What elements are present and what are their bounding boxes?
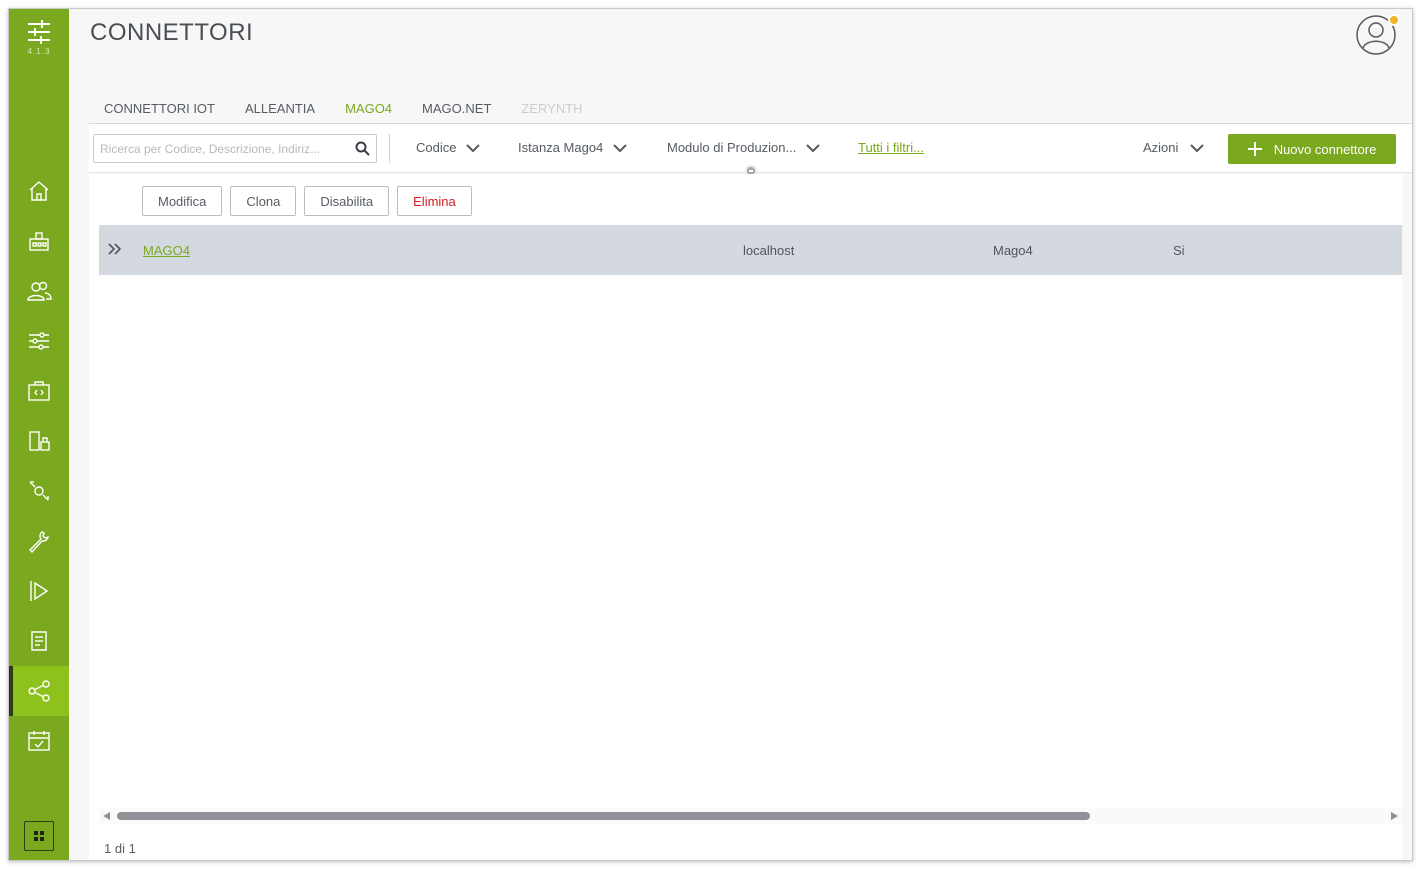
modify-button[interactable]: Modifica — [142, 186, 223, 216]
filter-istanza-label: Istanza Mago4 — [518, 140, 604, 155]
connector-enabled: Si — [1173, 242, 1185, 258]
table-row[interactable]: MAGO4 localhost Mago4 Si — [99, 225, 1402, 275]
tab-connettori-iot[interactable]: CONNETTORI IOT — [89, 97, 230, 125]
calendar-check-icon — [28, 731, 50, 751]
scroll-right-arrow-icon[interactable] — [1391, 812, 1398, 820]
disable-button[interactable]: Disabilita — [304, 186, 390, 216]
actions-dropdown[interactable]: Azioni — [1143, 140, 1205, 155]
devices-icon — [29, 431, 50, 451]
chevron-down-icon — [466, 143, 481, 152]
home-icon — [29, 181, 49, 201]
content-panel: Modifica Clona Disabilita Elimina MAGO4 … — [89, 174, 1402, 860]
app-logo[interactable]: 4.1.3 — [9, 15, 69, 71]
clone-button[interactable]: Clona — [230, 186, 297, 216]
tab-mago4[interactable]: MAGO4 — [330, 97, 408, 125]
chevron-down-icon — [613, 143, 627, 152]
chevron-down-icon — [806, 143, 821, 152]
wrench-icon — [29, 531, 49, 553]
nav-devices[interactable] — [9, 416, 69, 466]
nav-reports[interactable] — [9, 616, 69, 666]
scroll-left-arrow-icon[interactable] — [103, 812, 110, 820]
filter-codice[interactable]: Codice — [416, 140, 481, 155]
workflow-icon — [29, 481, 49, 501]
search-input[interactable] — [100, 135, 350, 162]
user-avatar[interactable] — [1356, 14, 1400, 55]
tab-zerynth: ZERYNTH — [521, 101, 583, 116]
nav-settings[interactable] — [9, 316, 69, 366]
horizontal-scrollbar[interactable] — [99, 808, 1402, 824]
nav-processes[interactable] — [9, 466, 69, 516]
document-icon — [31, 631, 47, 651]
chevron-down-icon — [1190, 143, 1205, 152]
grid-icon — [34, 831, 44, 841]
main-area: CONNETTORI CONNETTORI IOT ALLEANTIA MAGO… — [69, 9, 1412, 860]
tab-alleantia[interactable]: ALLEANTIA — [230, 97, 330, 125]
connector-name-link[interactable]: MAGO4 — [143, 243, 190, 258]
connector-instance: Mago4 — [993, 242, 1033, 258]
sidebar: 4.1.3 — [9, 9, 69, 860]
nav-development[interactable] — [9, 366, 69, 416]
row-actions: Modifica Clona Disabilita Elimina — [142, 186, 480, 216]
sliders-icon — [29, 332, 49, 350]
page-title: CONNETTORI — [90, 19, 254, 46]
actions-label: Azioni — [1143, 140, 1179, 155]
notification-badge — [1388, 14, 1400, 26]
users-icon — [27, 281, 52, 301]
filter-modulo-label: Modulo di Produzion... — [667, 140, 797, 155]
nav-maintenance[interactable] — [9, 516, 69, 566]
nav-production[interactable] — [9, 566, 69, 616]
all-filters-link[interactable]: Tutti i filtri... — [858, 140, 924, 155]
toolbar-separator — [389, 134, 390, 163]
nav-home[interactable] — [9, 166, 69, 216]
app-window: 4.1.3 CONNETTORI CONNETTORI IOT ALLEANTI… — [8, 8, 1413, 861]
filter-codice-label: Codice — [416, 140, 457, 155]
app-version: 4.1.3 — [27, 47, 51, 56]
filter-istanza-mago4[interactable]: Istanza Mago4 — [518, 140, 627, 155]
share-icon — [28, 680, 50, 702]
pagination-info: 1 di 1 — [104, 841, 136, 856]
tab-bar: CONNETTORI IOT ALLEANTIA MAGO4 MAGO.NET … — [89, 97, 598, 125]
new-connector-button[interactable]: Nuovo connettore — [1228, 134, 1396, 164]
tab-mago-net[interactable]: MAGO.NET — [407, 97, 506, 125]
connector-host: localhost — [743, 242, 795, 258]
toolbar: Codice Istanza Mago4 Modulo di Produzion… — [89, 124, 1412, 177]
code-briefcase-icon — [28, 381, 50, 401]
nav-plants[interactable] — [9, 216, 69, 266]
play-flag-icon — [30, 581, 49, 601]
nav-users[interactable] — [9, 266, 69, 316]
search-box — [93, 134, 377, 163]
delete-button[interactable]: Elimina — [397, 186, 472, 216]
new-connector-label: Nuovo connettore — [1273, 141, 1377, 157]
settings-logo-icon — [28, 20, 50, 44]
factory-icon — [29, 232, 49, 251]
scroll-thumb[interactable] — [117, 812, 1090, 820]
nav-calendar[interactable] — [9, 716, 69, 766]
expand-icon[interactable] — [108, 243, 122, 255]
filter-modulo-produzione[interactable]: Modulo di Produzion... — [667, 140, 821, 155]
apps-menu-button[interactable] — [24, 821, 54, 851]
nav-connectors[interactable] — [9, 666, 69, 716]
search-icon[interactable] — [355, 141, 370, 156]
plus-icon — [1247, 142, 1262, 156]
